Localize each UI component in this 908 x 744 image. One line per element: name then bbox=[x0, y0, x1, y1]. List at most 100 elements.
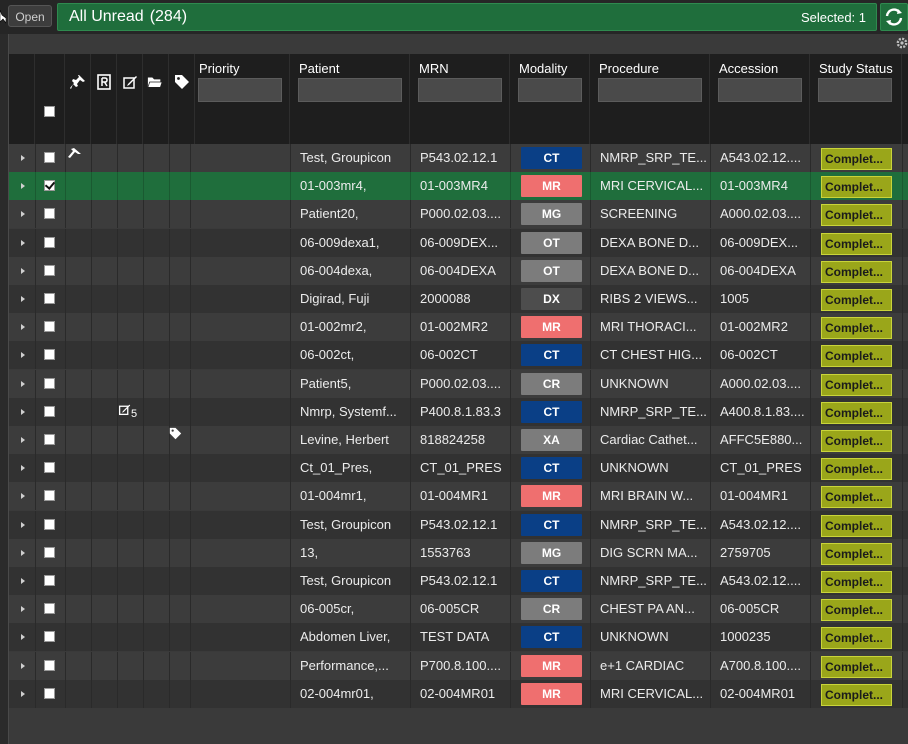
priority-column-header[interactable]: Priority bbox=[190, 54, 290, 144]
accession-column-header[interactable]: Accession bbox=[710, 54, 810, 144]
study-status-badge[interactable]: Complet... bbox=[821, 430, 892, 452]
status-filter-input[interactable] bbox=[818, 78, 892, 102]
study-row[interactable]: 5 Nmrp, Systemf... P400.8.1.83.3 NMRP_SRP_T… bbox=[9, 398, 908, 426]
expand-row-icon[interactable] bbox=[21, 155, 25, 161]
row-checkbox[interactable] bbox=[44, 462, 55, 473]
row-checkbox[interactable] bbox=[44, 603, 55, 614]
row-checkbox[interactable] bbox=[44, 547, 55, 558]
expand-row-icon[interactable] bbox=[21, 211, 25, 217]
mrn-filter-input[interactable] bbox=[418, 78, 502, 102]
modality-column-header[interactable]: Modality bbox=[510, 54, 590, 144]
study-status-badge[interactable]: Complet... bbox=[821, 317, 892, 339]
procedure-filter-input[interactable] bbox=[598, 78, 702, 102]
study-status-badge[interactable]: Complet... bbox=[821, 374, 892, 396]
open-button[interactable]: Open bbox=[8, 5, 52, 27]
expand-row-icon[interactable] bbox=[21, 381, 25, 387]
patient-column-header[interactable]: Patient bbox=[290, 54, 410, 144]
study-row[interactable]: Levine, Herbert 818824258 Cardiac Cathet..… bbox=[9, 426, 908, 454]
study-row[interactable]: Ct_01_Pres, CT_01_PRES UNKNOWN CT_01_PRES CT… bbox=[9, 454, 908, 482]
gear-icon[interactable] bbox=[895, 36, 908, 50]
study-row[interactable]: 06-005cr, 06-005CR CHEST PA AN... 06-005CR C… bbox=[9, 595, 908, 623]
expand-row-icon[interactable] bbox=[21, 691, 25, 697]
study-status-badge[interactable]: Complet... bbox=[821, 233, 892, 255]
study-status-badge[interactable]: Complet... bbox=[821, 204, 892, 226]
study-status-badge[interactable]: Complet... bbox=[821, 148, 892, 170]
row-checkbox[interactable] bbox=[44, 688, 55, 699]
study-status-badge[interactable]: Complet... bbox=[821, 571, 892, 593]
row-checkbox[interactable] bbox=[44, 434, 55, 445]
study-status-badge[interactable]: Complet... bbox=[821, 402, 892, 424]
study-status-badge[interactable]: Complet... bbox=[821, 289, 892, 311]
study-row[interactable]: Performance,... P700.8.100.... e+1 CARDIAC… bbox=[9, 652, 908, 680]
note-icon[interactable] bbox=[118, 403, 131, 416]
study-status-badge[interactable]: Complet... bbox=[821, 656, 892, 678]
row-checkbox[interactable] bbox=[44, 406, 55, 417]
study-row[interactable]: 02-004mr01, 02-004MR01 MRI CERVICAL... 02-0… bbox=[9, 680, 908, 708]
row-checkbox[interactable] bbox=[44, 349, 55, 360]
row-checkbox[interactable] bbox=[44, 265, 55, 276]
expand-row-icon[interactable] bbox=[21, 550, 25, 556]
study-row[interactable]: 06-004dexa, 06-004DEXA DEXA BONE D... 06-00… bbox=[9, 257, 908, 285]
study-row[interactable]: Patient5, P000.02.03.... UNKNOWN A000.02.03… bbox=[9, 370, 908, 398]
expand-row-icon[interactable] bbox=[21, 240, 25, 246]
row-checkbox[interactable] bbox=[44, 152, 55, 163]
expand-row-icon[interactable] bbox=[21, 437, 25, 443]
study-status-badge[interactable]: Complet... bbox=[821, 458, 892, 480]
patient-filter-input[interactable] bbox=[298, 78, 402, 102]
row-checkbox[interactable] bbox=[44, 631, 55, 642]
accession-filter-input[interactable] bbox=[718, 78, 802, 102]
study-row[interactable]: 01-002mr2, 01-002MR2 MRI THORACI... 01-002M… bbox=[9, 313, 908, 341]
study-row[interactable]: 06-009dexa1, 06-009DEX... DEXA BONE D... 06… bbox=[9, 229, 908, 257]
study-status-badge[interactable]: Complet... bbox=[821, 684, 892, 706]
study-row[interactable]: 13, 1553763 DIG SCRN MA... 2759705 MG Complet… bbox=[9, 539, 908, 567]
study-status-badge[interactable]: Complet... bbox=[821, 515, 892, 537]
study-row[interactable]: 06-002ct, 06-002CT CT CHEST HIG... 06-002CT… bbox=[9, 341, 908, 369]
study-status-badge[interactable]: Complet... bbox=[821, 599, 892, 621]
study-row[interactable]: Test, Groupicon P543.02.12.1 NMRP_SRP_TE..… bbox=[9, 144, 908, 172]
study-status-badge[interactable]: Complet... bbox=[821, 543, 892, 565]
row-checkbox[interactable] bbox=[44, 490, 55, 501]
row-checkbox[interactable] bbox=[44, 237, 55, 248]
expand-row-icon[interactable] bbox=[21, 522, 25, 528]
row-checkbox[interactable] bbox=[44, 519, 55, 530]
expand-row-icon[interactable] bbox=[21, 606, 25, 612]
study-row[interactable]: 01-004mr1, 01-004MR1 MRI BRAIN W... 01-004M… bbox=[9, 482, 908, 510]
expand-row-icon[interactable] bbox=[21, 493, 25, 499]
row-checkbox[interactable] bbox=[44, 660, 55, 671]
study-status-badge[interactable]: Complet... bbox=[821, 345, 892, 367]
study-status-badge[interactable]: Complet... bbox=[821, 176, 892, 198]
expand-row-icon[interactable] bbox=[21, 324, 25, 330]
refresh-button[interactable] bbox=[880, 3, 908, 31]
row-checkbox[interactable] bbox=[44, 575, 55, 586]
expand-row-icon[interactable] bbox=[21, 268, 25, 274]
study-row[interactable]: Patient20, P000.02.03.... SCREENING A000.02… bbox=[9, 200, 908, 228]
study-status-badge[interactable]: Complet... bbox=[821, 261, 892, 283]
expand-row-icon[interactable] bbox=[21, 634, 25, 640]
study-status-badge[interactable]: Complet... bbox=[821, 486, 892, 508]
status-column-header[interactable]: Study Status bbox=[810, 54, 902, 144]
row-checkbox[interactable] bbox=[44, 180, 55, 191]
study-row[interactable]: Test, Groupicon P543.02.12.1 NMRP_SRP_TE..… bbox=[9, 511, 908, 539]
modality-filter-input[interactable] bbox=[518, 78, 582, 102]
row-checkbox[interactable] bbox=[44, 208, 55, 219]
folder-column-header[interactable] bbox=[143, 54, 169, 144]
row-checkbox[interactable] bbox=[44, 293, 55, 304]
expand-row-icon[interactable] bbox=[21, 465, 25, 471]
study-row[interactable]: Test, Groupicon P543.02.12.1 NMRP_SRP_TE..… bbox=[9, 567, 908, 595]
expand-row-icon[interactable] bbox=[21, 296, 25, 302]
expand-row-icon[interactable] bbox=[21, 352, 25, 358]
expand-row-icon[interactable] bbox=[21, 183, 25, 189]
mrn-column-header[interactable]: MRN bbox=[410, 54, 510, 144]
procedure-column-header[interactable]: Procedure bbox=[590, 54, 710, 144]
expand-row-icon[interactable] bbox=[21, 409, 25, 415]
note-column-header[interactable] bbox=[117, 54, 143, 144]
row-checkbox[interactable] bbox=[44, 321, 55, 332]
study-row[interactable]: 01-003mr4, 01-003MR4 MRI CERVICAL... 01-003… bbox=[9, 172, 908, 200]
worklist-header[interactable]: All Unread (284) Selected: 1 bbox=[57, 3, 877, 31]
expand-row-icon[interactable] bbox=[21, 578, 25, 584]
select-all-checkbox[interactable] bbox=[44, 106, 55, 117]
expand-row-icon[interactable] bbox=[21, 663, 25, 669]
report-column-header[interactable] bbox=[91, 54, 117, 144]
study-row[interactable]: Digirad, Fuji 2000088 RIBS 2 VIEWS... 1005 D… bbox=[9, 285, 908, 313]
study-row[interactable]: Abdomen Liver, TEST DATA UNKNOWN 1000235 CT C… bbox=[9, 623, 908, 651]
